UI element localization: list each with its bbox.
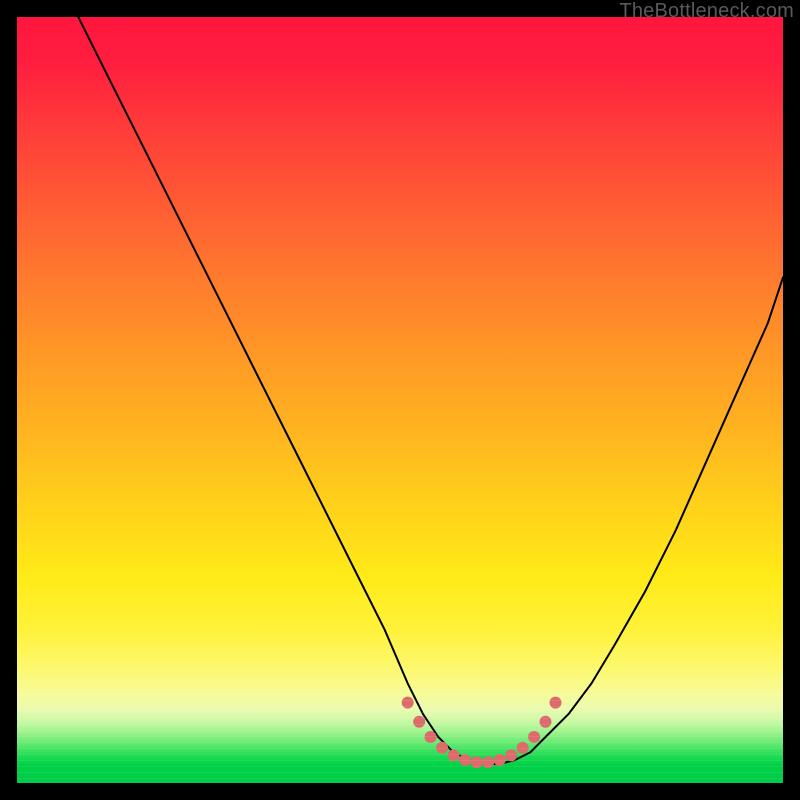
attribution-text: TheBottleneck.com xyxy=(619,0,794,23)
highlight-dot xyxy=(471,756,483,768)
highlight-dot xyxy=(494,754,506,766)
plot-area xyxy=(17,17,783,783)
highlight-dot xyxy=(540,716,552,728)
highlight-dot xyxy=(436,742,448,754)
highlight-dot xyxy=(459,754,471,766)
bottleneck-curve xyxy=(78,17,783,764)
highlight-dot xyxy=(528,731,540,743)
highlight-dot xyxy=(517,742,529,754)
highlight-dot xyxy=(413,716,425,728)
highlight-dot xyxy=(482,756,494,768)
highlight-dot xyxy=(402,697,414,709)
curve-layer xyxy=(17,17,783,783)
chart-frame: TheBottleneck.com xyxy=(0,0,800,800)
highlight-dot xyxy=(425,731,437,743)
highlight-dot xyxy=(550,697,562,709)
highlight-dot xyxy=(448,749,460,761)
highlight-dot xyxy=(505,749,517,761)
